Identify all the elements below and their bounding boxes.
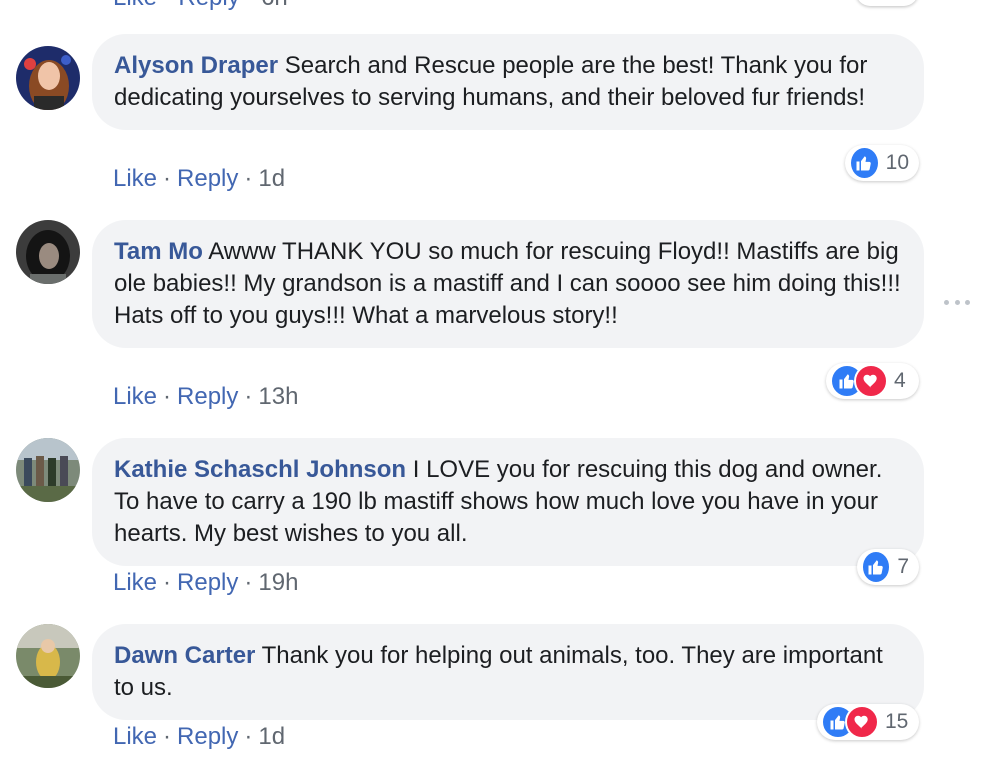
like-link[interactable]: Like: [113, 569, 157, 596]
comment-bubble: Alyson Draper Search and Rescue people a…: [92, 34, 924, 130]
comment-timestamp[interactable]: 1d: [258, 723, 285, 750]
like-link[interactable]: Like: [113, 723, 157, 750]
thumbs-up-icon: [849, 146, 880, 180]
comment-author[interactable]: Tam Mo: [114, 238, 203, 265]
avatar[interactable]: [16, 624, 80, 688]
reaction-summary[interactable]: 4: [826, 363, 919, 399]
comment-bubble: Tam Mo Awww THANK YOU so much for rescui…: [92, 220, 924, 348]
comment-timestamp[interactable]: 19h: [258, 569, 298, 596]
reply-link[interactable]: Reply: [177, 383, 238, 410]
heart-icon: [854, 364, 888, 398]
comment-bubble: Dawn Carter Thank you for helping out an…: [92, 624, 924, 720]
reaction-count: 4: [894, 369, 906, 392]
comment-bubble: Kathie Schaschl Johnson I LOVE you for r…: [92, 438, 924, 566]
comment-timestamp: 6h: [261, 0, 288, 11]
reaction-count: 7: [897, 555, 909, 578]
thumbs-up-icon: [861, 550, 892, 584]
comment-author[interactable]: Alyson Draper: [114, 52, 278, 79]
comment-actions: Like · Reply · 1d: [113, 723, 286, 750]
comment-actions: Like · Reply · 19h: [113, 569, 299, 596]
reply-link[interactable]: Reply: [177, 165, 238, 192]
comment-text: Awww THANK YOU so much for rescuing Floy…: [114, 238, 901, 329]
comment-author[interactable]: Dawn Carter: [114, 642, 255, 669]
reply-link[interactable]: Reply: [178, 0, 239, 11]
like-link[interactable]: Like: [113, 383, 157, 410]
heart-icon: [845, 705, 879, 739]
previous-reaction-summary[interactable]: [856, 0, 918, 6]
reaction-summary[interactable]: 10: [845, 145, 919, 181]
reply-link[interactable]: Reply: [177, 569, 238, 596]
comment-timestamp[interactable]: 1d: [258, 165, 285, 192]
comment-actions: Like · Reply · 1d: [113, 165, 286, 192]
more-options-icon[interactable]: [944, 296, 970, 308]
like-link[interactable]: Like: [113, 0, 157, 11]
avatar[interactable]: [16, 220, 80, 284]
comments-page: Like · Reply · 6h Alyson Draper Search a…: [0, 0, 990, 772]
like-link[interactable]: Like: [113, 165, 157, 192]
comment-author[interactable]: Kathie Schaschl Johnson: [114, 456, 406, 483]
reaction-summary[interactable]: 7: [857, 549, 919, 585]
previous-comment-actions: Like · Reply · 6h: [113, 0, 288, 12]
reaction-count: 15: [885, 710, 909, 733]
avatar[interactable]: [16, 438, 80, 502]
reaction-count: 10: [885, 151, 909, 174]
avatar[interactable]: [16, 46, 80, 110]
reply-link[interactable]: Reply: [177, 723, 238, 750]
comment-timestamp[interactable]: 13h: [258, 383, 298, 410]
comment-actions: Like · Reply · 13h: [113, 383, 299, 410]
reaction-summary[interactable]: 15: [817, 704, 919, 740]
